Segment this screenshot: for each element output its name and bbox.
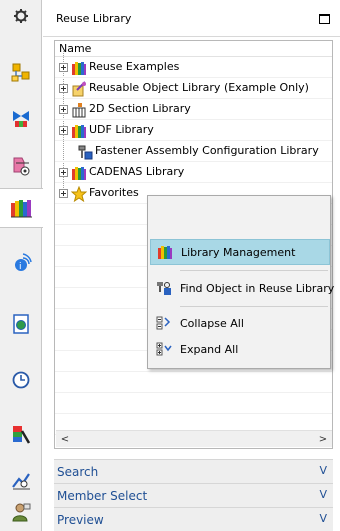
pane-label: Preview xyxy=(57,512,104,527)
panel-titlebar: Reuse Library xyxy=(43,0,340,36)
menu-item-expand-all[interactable]: Expand All xyxy=(150,336,330,362)
expand-plus-icon[interactable] xyxy=(59,63,68,72)
search-pane-header[interactable]: Search V xyxy=(54,459,333,483)
collapse-all-icon xyxy=(156,315,172,331)
hd3d-tools-icon[interactable]: i xyxy=(5,246,37,278)
expand-plus-icon[interactable] xyxy=(59,126,68,135)
tree-item-reuse-examples[interactable]: Reuse Examples xyxy=(55,57,332,78)
library-books-icon xyxy=(72,167,86,180)
tree-empty-row xyxy=(55,372,332,393)
tree-item-cadenas-library[interactable]: CADENAS Library xyxy=(55,162,332,183)
menu-separator xyxy=(180,270,328,271)
assembly-navigator-icon[interactable] xyxy=(5,56,37,88)
gear-icon[interactable] xyxy=(9,4,33,28)
chevron-down-icon[interactable]: V xyxy=(319,464,327,477)
web-browser-icon[interactable] xyxy=(5,308,37,340)
tree-item-label: CADENAS Library xyxy=(89,165,185,178)
reusable-object-icon xyxy=(72,81,86,97)
scroll-right-arrow[interactable]: > xyxy=(316,433,330,446)
chevron-down-icon[interactable]: V xyxy=(319,512,327,525)
find-object-icon xyxy=(156,280,172,296)
constraint-navigator-icon[interactable] xyxy=(5,102,37,134)
menu-item-label: Find Object in Reuse Library xyxy=(180,281,335,295)
star-icon xyxy=(71,186,87,202)
pane-label: Search xyxy=(57,464,99,479)
library-books-icon xyxy=(72,125,86,138)
horizontal-scrollbar[interactable]: < > xyxy=(56,430,332,447)
preview-pane-header[interactable]: Preview V xyxy=(54,507,333,531)
reuse-library-icon[interactable] xyxy=(0,188,43,228)
svg-text:i: i xyxy=(19,262,22,272)
context-menu: Library Management Find Object in Reuse … xyxy=(147,195,334,369)
expand-plus-icon[interactable] xyxy=(59,168,68,177)
history-icon[interactable] xyxy=(5,364,37,396)
menu-item-library-management[interactable]: Library Management xyxy=(150,239,330,265)
tree-item-label: Reusable Object Library (Example Only) xyxy=(89,81,309,94)
member-select-pane-header[interactable]: Member Select V xyxy=(54,483,333,507)
maximize-icon[interactable] xyxy=(319,14,330,24)
menu-item-label: Library Management xyxy=(181,245,296,259)
tree-item-udf-library[interactable]: UDF Library xyxy=(55,120,332,141)
chevron-down-icon[interactable]: V xyxy=(319,488,327,501)
expand-all-icon xyxy=(156,341,172,357)
tree-item-label: Reuse Examples xyxy=(89,60,180,73)
scroll-left-arrow[interactable]: < xyxy=(58,433,72,446)
tree-item-label: Favorites xyxy=(89,186,139,199)
pane-label: Member Select xyxy=(57,488,148,503)
expand-plus-icon[interactable] xyxy=(59,84,68,93)
section-library-icon xyxy=(72,103,86,118)
menu-item-find-object[interactable]: Find Object in Reuse Library xyxy=(150,275,334,301)
expand-plus-icon[interactable] xyxy=(59,105,68,114)
system-materials-icon[interactable] xyxy=(5,418,37,450)
resource-bar: i xyxy=(0,0,43,531)
menu-separator xyxy=(180,306,328,307)
tree-item-fastener-assembly-configuration-library[interactable]: Fastener Assembly Configuration Library xyxy=(55,141,332,162)
tree-item-2d-section-library[interactable]: 2D Section Library xyxy=(55,99,332,120)
menu-item-label: Expand All xyxy=(180,342,239,356)
process-studio-icon[interactable] xyxy=(5,464,37,496)
reuse-library-panel: Reuse Library Name Reuse Examples Reusab… xyxy=(43,0,340,531)
expand-plus-icon[interactable] xyxy=(59,189,68,198)
tree-item-label: 2D Section Library xyxy=(89,102,191,115)
column-header-name[interactable]: Name xyxy=(55,41,332,57)
tree-item-label: UDF Library xyxy=(89,123,154,136)
library-books-icon xyxy=(72,62,86,75)
tree-empty-row xyxy=(55,393,332,414)
panel-title: Reuse Library xyxy=(56,11,132,25)
library-books-icon xyxy=(157,244,173,260)
tree-item-reusable-object-library[interactable]: Reusable Object Library (Example Only) xyxy=(55,78,332,99)
menu-item-label: Collapse All xyxy=(180,316,244,330)
roles-icon[interactable] xyxy=(5,496,37,528)
part-navigator-icon[interactable] xyxy=(5,150,37,182)
tree-item-label: Fastener Assembly Configuration Library xyxy=(95,144,319,157)
divider xyxy=(43,36,340,37)
menu-item-collapse-all[interactable]: Collapse All xyxy=(150,310,330,336)
fastener-icon xyxy=(78,145,93,160)
